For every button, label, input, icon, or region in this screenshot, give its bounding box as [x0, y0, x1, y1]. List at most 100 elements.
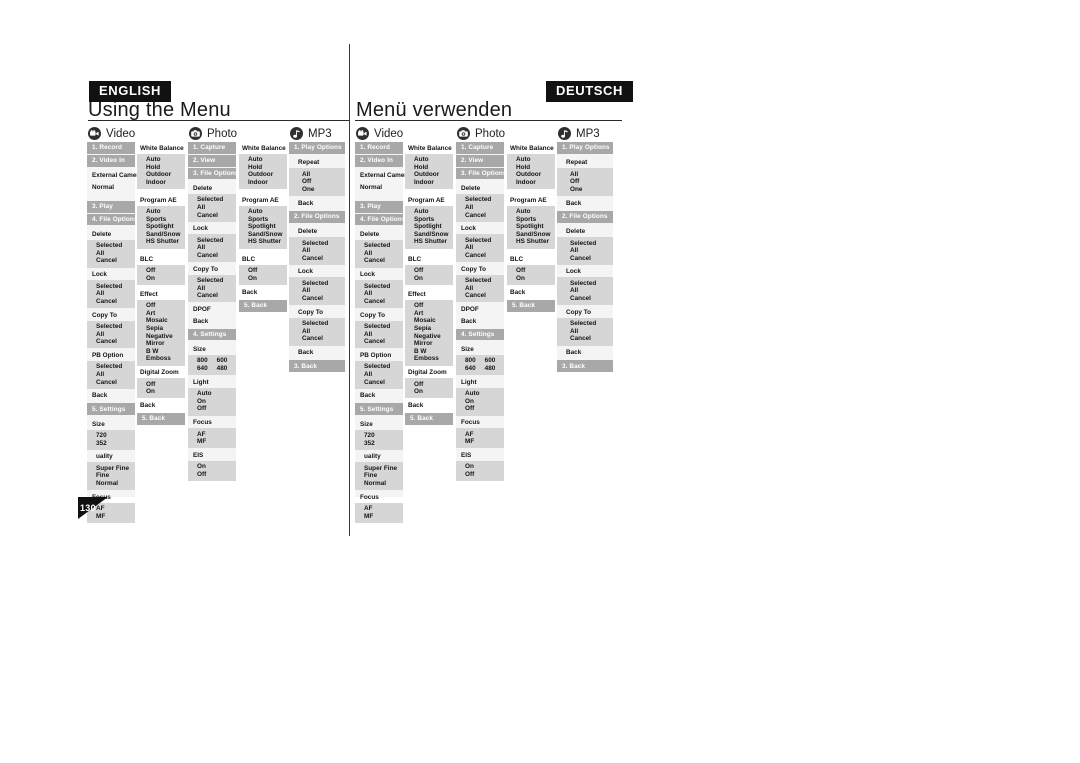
option-effect-bw[interactable]: B W	[146, 348, 181, 356]
option-effect-art[interactable]: Art	[414, 310, 449, 318]
menu-label-back-video-sub[interactable]: Back	[405, 399, 453, 411]
option-focus-mf[interactable]: MF	[364, 513, 399, 521]
option-effect-mirror[interactable]: Mirror	[146, 340, 181, 348]
option-focus-af[interactable]: AF	[364, 505, 399, 513]
option-wb-auto[interactable]: Auto	[146, 156, 181, 164]
option-size-480[interactable]: 480	[217, 365, 228, 373]
option-copy-all[interactable]: All	[96, 331, 131, 339]
option-photo-lock-selected[interactable]: Selected	[465, 237, 500, 245]
option-effect-sepia[interactable]: Sepia	[414, 325, 449, 333]
menu-bar-video-in[interactable]: 2. Video In	[355, 154, 403, 167]
option-delete-cancel[interactable]: Cancel	[96, 257, 131, 265]
option-photo-size-row2[interactable]: 640 480	[197, 365, 232, 373]
option-size-720[interactable]: 720	[96, 432, 131, 440]
option-effect-emboss[interactable]: Emboss	[414, 355, 449, 363]
option-mp3-delete-all[interactable]: All	[570, 247, 609, 255]
option-photo-size-row2[interactable]: 640 480	[465, 365, 500, 373]
option-lock-selected[interactable]: Selected	[364, 283, 399, 291]
option-wb-outdoor[interactable]: Outdoor	[414, 171, 449, 179]
option-photo-focus-mf[interactable]: MF	[465, 438, 500, 446]
option-photo-delete-all[interactable]: All	[465, 204, 500, 212]
menu-bar-mp3-back[interactable]: 3. Back	[289, 360, 345, 372]
option-repeat-off[interactable]: Off	[302, 178, 341, 186]
option-size-800[interactable]: 800	[465, 357, 476, 365]
option-copy-cancel[interactable]: Cancel	[96, 338, 131, 346]
option-photo-delete-all[interactable]: All	[197, 204, 232, 212]
menu-bar-view[interactable]: 2. View	[188, 154, 236, 167]
option-mp3-lock-cancel[interactable]: Cancel	[570, 295, 609, 303]
menu-bar-view[interactable]: 2. View	[456, 154, 504, 167]
option-photo-lock-selected[interactable]: Selected	[197, 237, 232, 245]
option-photo-ae-hs-shutter[interactable]: HS Shutter	[516, 238, 551, 246]
option-wb-auto[interactable]: Auto	[414, 156, 449, 164]
option-photo-ae-auto[interactable]: Auto	[248, 208, 283, 216]
option-eis-on[interactable]: On	[465, 463, 500, 471]
menu-bar-photo-file-options[interactable]: 3. File Options	[456, 167, 506, 180]
option-photo-ae-sand-snow[interactable]: Sand/Snow	[248, 231, 283, 239]
menu-label-mp3-back2[interactable]: Back	[289, 347, 345, 359]
option-mp3-delete-selected[interactable]: Selected	[570, 240, 609, 248]
option-size-352[interactable]: 352	[96, 440, 131, 448]
option-photo-wb-indoor[interactable]: Indoor	[516, 179, 551, 187]
option-effect-negative[interactable]: Negative	[146, 333, 181, 341]
option-copy-selected[interactable]: Selected	[364, 323, 399, 331]
option-photo-blc-off[interactable]: Off	[516, 267, 551, 275]
option-quality-normal[interactable]: Normal	[96, 480, 131, 488]
option-lock-all[interactable]: All	[364, 290, 399, 298]
option-light-off[interactable]: Off	[465, 405, 500, 413]
option-photo-delete-selected[interactable]: Selected	[465, 196, 500, 204]
option-eis-off[interactable]: Off	[465, 471, 500, 479]
option-photo-copy-cancel[interactable]: Cancel	[465, 292, 500, 300]
menu-label-mp3-back1[interactable]: Back	[557, 197, 613, 209]
option-repeat-off[interactable]: Off	[570, 178, 609, 186]
option-delete-all[interactable]: All	[364, 250, 399, 258]
menu-label-back-photo-sub[interactable]: Back	[507, 286, 555, 298]
option-mp3-copy-selected[interactable]: Selected	[302, 320, 341, 328]
option-mp3-lock-selected[interactable]: Selected	[302, 280, 341, 288]
option-photo-lock-cancel[interactable]: Cancel	[197, 252, 232, 260]
menu-bar-back-photo-sub[interactable]: 5. Back	[239, 299, 287, 312]
menu-bar-record[interactable]: 1. Record	[355, 142, 403, 154]
menu-label-mp3-back1[interactable]: Back	[289, 197, 345, 209]
option-photo-lock-all[interactable]: All	[465, 244, 500, 252]
option-photo-focus-af[interactable]: AF	[197, 431, 232, 439]
option-lock-all[interactable]: All	[96, 290, 131, 298]
option-effect-sepia[interactable]: Sepia	[146, 325, 181, 333]
menu-bar-play[interactable]: 3. Play	[87, 200, 135, 213]
option-light-on[interactable]: On	[197, 398, 232, 406]
option-ae-auto[interactable]: Auto	[146, 208, 181, 216]
option-size-480[interactable]: 480	[485, 365, 496, 373]
option-photo-blc-on[interactable]: On	[516, 275, 551, 283]
option-photo-ae-sports[interactable]: Sports	[516, 216, 551, 224]
option-lock-selected[interactable]: Selected	[96, 283, 131, 291]
option-mp3-copy-all[interactable]: All	[302, 328, 341, 336]
menu-bar-photo-file-options[interactable]: 3. File Options	[188, 167, 238, 180]
option-photo-copy-selected[interactable]: Selected	[197, 277, 232, 285]
option-photo-copy-cancel[interactable]: Cancel	[197, 292, 232, 300]
option-ae-sand-snow[interactable]: Sand/Snow	[414, 231, 449, 239]
option-delete-cancel[interactable]: Cancel	[364, 257, 399, 265]
menu-label-back-video-sub[interactable]: Back	[137, 399, 185, 411]
option-effect-art[interactable]: Art	[146, 310, 181, 318]
option-pb-selected[interactable]: Selected	[364, 363, 399, 371]
menu-bar-file-options[interactable]: 4. File Options	[87, 213, 137, 226]
option-ae-hs-shutter[interactable]: HS Shutter	[146, 238, 181, 246]
menu-label-photo-back[interactable]: Back	[188, 315, 236, 327]
option-repeat-all[interactable]: All	[570, 171, 609, 179]
option-effect-bw[interactable]: B W	[414, 348, 449, 356]
option-photo-size-row1[interactable]: 800 600	[197, 357, 232, 365]
option-ae-spotlight[interactable]: Spotlight	[146, 223, 181, 231]
option-copy-all[interactable]: All	[364, 331, 399, 339]
option-photo-delete-cancel[interactable]: Cancel	[197, 212, 232, 220]
option-mp3-copy-selected[interactable]: Selected	[570, 320, 609, 328]
option-ae-sports[interactable]: Sports	[414, 216, 449, 224]
option-light-auto[interactable]: Auto	[465, 390, 500, 398]
option-repeat-one[interactable]: One	[302, 186, 341, 194]
option-zoom-off[interactable]: Off	[414, 381, 449, 389]
option-effect-mosaic[interactable]: Mosaic	[414, 317, 449, 325]
menu-bar-mp3-file-options[interactable]: 2. File Options	[557, 210, 613, 223]
option-mp3-delete-all[interactable]: All	[302, 247, 341, 255]
menu-bar-mp3-file-options[interactable]: 2. File Options	[289, 210, 345, 223]
option-delete-selected[interactable]: Selected	[364, 242, 399, 250]
option-mp3-copy-all[interactable]: All	[570, 328, 609, 336]
